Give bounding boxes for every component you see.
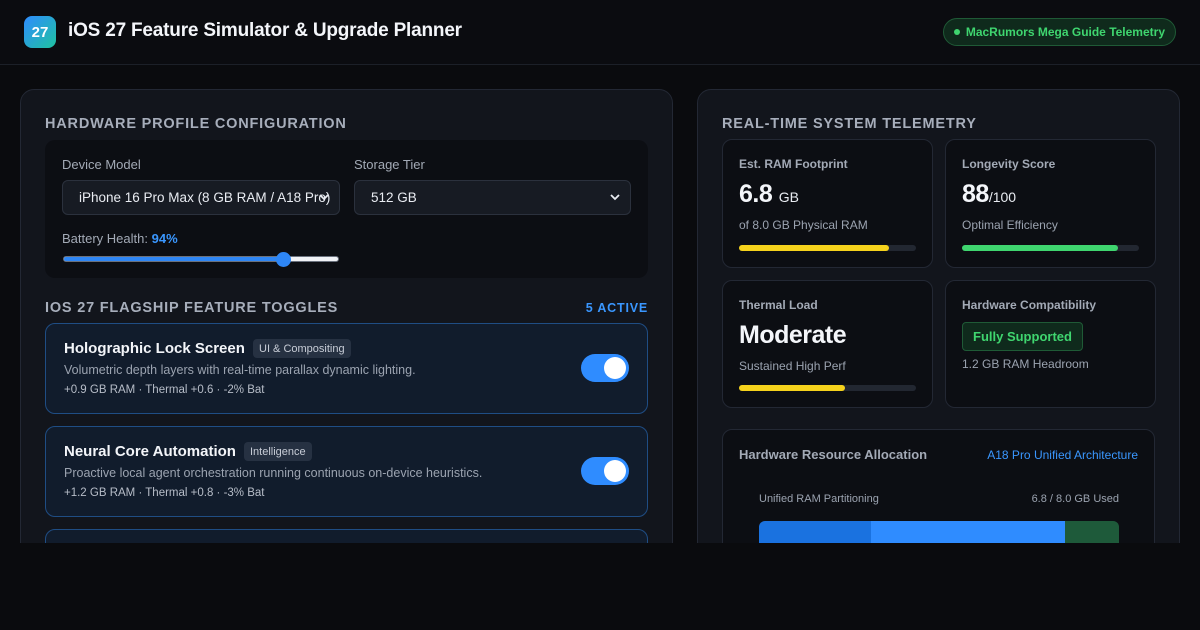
telemetry-section-title: Real-Time System Telemetry: [722, 116, 977, 132]
chevron-down-icon: [610, 194, 620, 201]
feature-impact: +1.2 GB RAM · Thermal +0.8 · -3% Bat: [64, 487, 265, 499]
hardware-profile-box: Device Model iPhone 16 Pro Max (8 GB RAM…: [45, 140, 648, 278]
app-logo: 27: [24, 16, 56, 48]
feature-toggle-neural-core-automation[interactable]: [581, 457, 629, 485]
app-header: 27 iOS 27 Feature Simulator & Upgrade Pl…: [0, 0, 1200, 65]
feature-toggle-holographic-lock-screen[interactable]: [581, 354, 629, 382]
ram-bar-fill: [739, 245, 890, 251]
feature-description: Proactive local agent orchestration runn…: [64, 466, 483, 480]
feature-toggles-section-title: iOS 27 Flagship Feature Toggles: [45, 300, 339, 316]
resource-allocation-title: Hardware Resource Allocation: [739, 447, 928, 462]
thermal-load-bar: [739, 385, 916, 391]
storage-tier-value: 512 GB: [371, 190, 417, 205]
main-content: Hardware Profile Configuration Device Mo…: [0, 65, 1200, 543]
feature-card-neural-core-automation[interactable]: Neural Core Automation Intelligence Proa…: [45, 426, 648, 517]
telemetry-status-badge: MacRumors Mega Guide Telemetry: [942, 18, 1176, 46]
ram-value-number: 6.8: [739, 180, 773, 208]
longevity-score-sub: Optimal Efficiency: [962, 218, 1058, 232]
storage-tier-select[interactable]: 512 GB: [354, 180, 631, 215]
toggle-knob: [604, 357, 626, 379]
feature-description: Volumetric depth layers with real-time p…: [64, 363, 416, 377]
hardware-compatibility-card: Hardware Compatibility Fully Supported 1…: [945, 280, 1156, 408]
thermal-bar-fill: [739, 385, 846, 391]
longevity-value-number: 88: [962, 180, 989, 208]
configuration-panel: Hardware Profile Configuration Device Mo…: [20, 89, 673, 543]
ram-partition-segment-3: [1064, 521, 1119, 543]
slider-thumb[interactable]: [276, 252, 292, 267]
longevity-score-value: 88/100: [962, 180, 1016, 209]
battery-health-slider[interactable]: [63, 252, 339, 267]
feature-name: Neural Core Automation: [64, 443, 236, 460]
storage-tier-label: Storage Tier: [354, 157, 425, 172]
feature-category-tag: Intelligence: [244, 442, 312, 461]
battery-health-label: Battery Health: 94%: [62, 231, 178, 246]
ram-value-unit: GB: [778, 189, 799, 205]
architecture-link[interactable]: A18 Pro Unified Architecture: [987, 448, 1138, 462]
thermal-load-value: Moderate: [739, 321, 847, 349]
ram-footprint-card: Est. RAM Footprint 6.8 GB of 8.0 GB Phys…: [722, 139, 933, 268]
ram-footprint-label: Est. RAM Footprint: [739, 157, 848, 171]
telemetry-panel: Real-Time System Telemetry Est. RAM Foot…: [697, 89, 1180, 543]
feature-category-tag: UI & Compositing: [253, 339, 351, 358]
hardware-compatibility-label: Hardware Compatibility: [962, 298, 1097, 312]
ram-partition-segment-1: [759, 521, 871, 543]
toggle-knob: [604, 460, 626, 482]
active-features-count: 5 ACTIVE: [585, 301, 648, 315]
device-model-label: Device Model: [62, 157, 141, 172]
compatibility-status-badge: Fully Supported: [962, 322, 1083, 351]
feature-card[interactable]: [45, 529, 648, 543]
slider-fill: [64, 257, 284, 261]
battery-health-value: 94%: [151, 231, 178, 246]
thermal-load-label: Thermal Load: [739, 298, 818, 312]
hardware-section-title: Hardware Profile Configuration: [45, 116, 347, 132]
telemetry-badge-label: MacRumors Mega Guide Telemetry: [965, 25, 1165, 39]
status-dot-icon: [953, 29, 960, 35]
ram-headroom-text: 1.2 GB RAM Headroom: [962, 357, 1089, 371]
longevity-score-label: Longevity Score: [962, 157, 1056, 171]
longevity-bar-fill: [962, 245, 1118, 251]
thermal-load-sub: Sustained High Perf: [739, 359, 846, 373]
ram-footprint-sub: of 8.0 GB Physical RAM: [739, 218, 868, 232]
ram-partition-segment-2: [870, 521, 1065, 543]
longevity-score-bar: [962, 245, 1139, 251]
battery-health-text: Battery Health:: [62, 231, 148, 246]
ram-used-readout: 6.8 / 8.0 GB Used: [1031, 493, 1119, 505]
device-model-select[interactable]: iPhone 16 Pro Max (8 GB RAM / A18 Pro): [62, 180, 340, 215]
thermal-load-card: Thermal Load Moderate Sustained High Per…: [722, 280, 933, 408]
longevity-value-unit: /100: [988, 189, 1017, 205]
page-title: iOS 27 Feature Simulator & Upgrade Plann…: [68, 20, 462, 41]
ram-footprint-value: 6.8 GB: [739, 180, 799, 209]
feature-impact: +0.9 GB RAM · Thermal +0.6 · -2% Bat: [64, 384, 265, 396]
feature-card-holographic-lock-screen[interactable]: Holographic Lock Screen UI & Compositing…: [45, 323, 648, 414]
ram-footprint-bar: [739, 245, 916, 251]
device-model-value: iPhone 16 Pro Max (8 GB RAM / A18 Pro): [79, 190, 331, 205]
resource-allocation-card: Hardware Resource Allocation A18 Pro Uni…: [722, 429, 1155, 543]
ram-partition-bar: [759, 521, 1119, 543]
feature-name: Holographic Lock Screen: [64, 340, 245, 357]
longevity-score-card: Longevity Score 88/100 Optimal Efficienc…: [945, 139, 1156, 268]
chevron-down-icon: [319, 194, 329, 201]
ram-partitioning-label: Unified RAM Partitioning: [759, 493, 879, 505]
